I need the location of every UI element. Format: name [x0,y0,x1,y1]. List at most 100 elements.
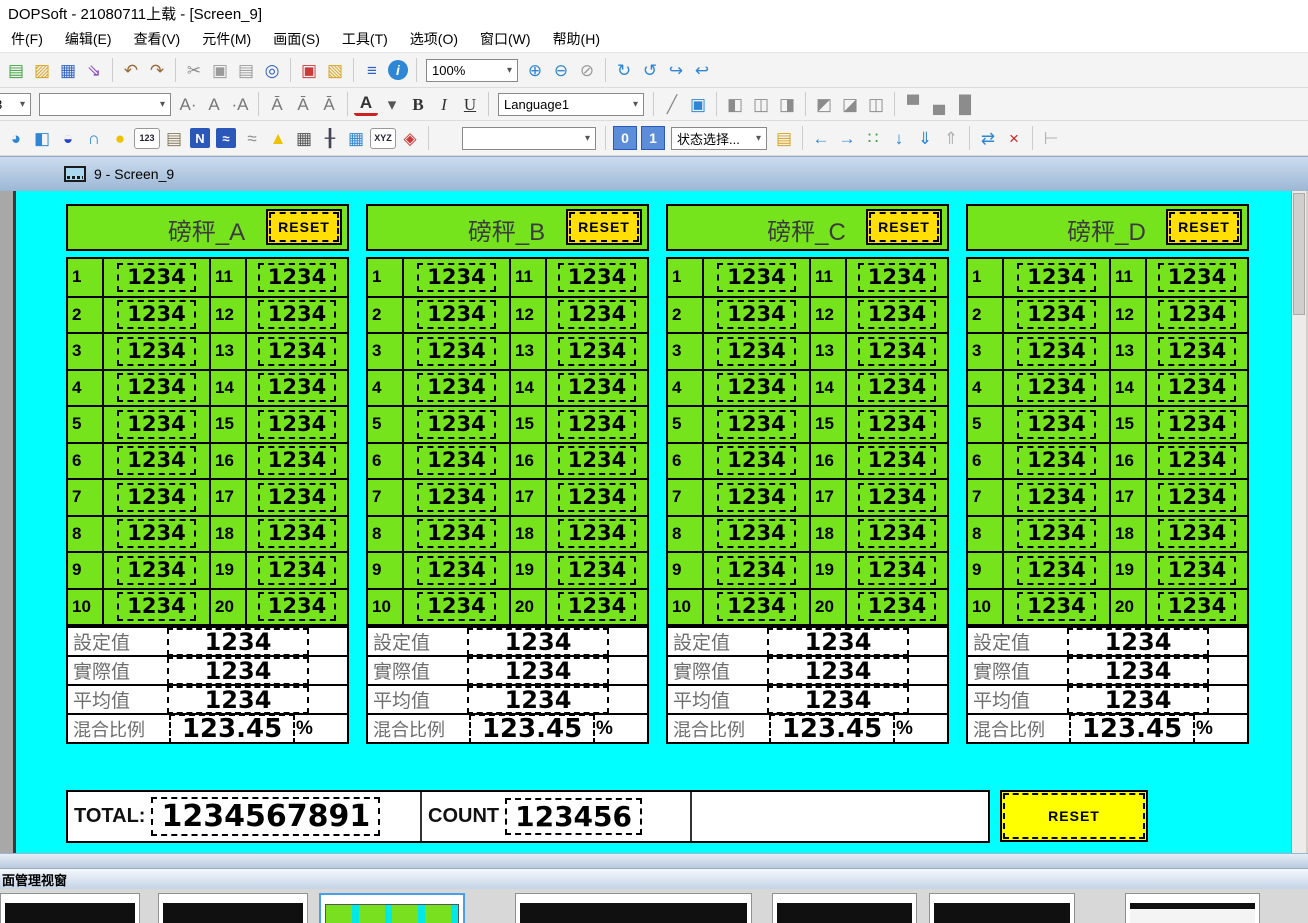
value-display[interactable]: 1234 [258,519,336,548]
align-center-horizontal-icon[interactable]: ◫ [749,92,773,116]
same-width-icon[interactable]: ▀ [901,92,925,116]
disconnect-icon[interactable]: × [1002,126,1026,150]
value-display[interactable]: 1234 [258,300,336,329]
numeric-entry-icon[interactable]: 123 [134,128,160,149]
value-display[interactable]: 1234 [1158,483,1236,512]
default-text-height-icon[interactable]: Ā [291,92,315,116]
summary-value-display[interactable]: 1234 [467,657,609,685]
summary-value-display[interactable]: 1234 [767,628,909,656]
new-file-icon[interactable]: ▤ [4,58,28,82]
font-color-dropdown-icon[interactable]: ▾ [380,92,404,116]
value-display[interactable]: 1234 [117,519,195,548]
value-display[interactable]: 1234 [117,556,195,585]
redo-icon[interactable]: ↷ [145,58,169,82]
value-display[interactable]: 1234 [1017,446,1095,475]
narrow-text-icon[interactable]: A· [176,92,200,116]
value-display[interactable]: 1234 [258,446,336,475]
value-display[interactable]: 1234 [1158,373,1236,402]
upload-icon[interactable]: ⇑ [939,126,963,150]
value-display[interactable]: 1234 [1158,300,1236,329]
screen-thumbnail[interactable] [0,893,140,923]
value-display[interactable]: 1234 [1158,519,1236,548]
summary-value-display[interactable]: 1234 [767,657,909,685]
summary-value-display[interactable]: 1234 [167,686,309,714]
open-screen-icon[interactable]: ▧ [323,58,347,82]
value-display[interactable]: 1234 [1017,483,1095,512]
align-top-icon[interactable]: ◩ [812,92,836,116]
value-display[interactable]: 1234 [258,556,336,585]
value-display[interactable]: 1234 [1158,592,1236,621]
value-display[interactable]: 1234 [1017,263,1095,292]
prev-screen-icon[interactable]: ← [809,126,833,150]
value-display[interactable]: 1234 [558,556,636,585]
crosshair-icon[interactable]: ╂ [318,126,342,150]
value-display[interactable]: 1234 [117,410,195,439]
lamp-icon[interactable]: ● [108,126,132,150]
value-display[interactable]: 1234 [1158,337,1236,366]
value-display[interactable]: 1234 [117,592,195,621]
align-left-icon[interactable]: ◧ [723,92,747,116]
default-text-width-icon[interactable]: A [202,92,226,116]
value-display[interactable]: 1234 [558,263,636,292]
export-icon[interactable]: ⇘ [82,58,106,82]
element-properties-icon[interactable]: ▤ [772,126,796,150]
summary-value-display[interactable]: 1234 [1067,628,1209,656]
screen-thumbnail-selected[interactable] [319,893,465,923]
total-value-display[interactable]: 1234567891 [151,797,380,837]
value-display[interactable]: 1234 [117,300,195,329]
element-combo[interactable]: ▾ [462,127,596,150]
summary-value-display[interactable]: 1234 [467,686,609,714]
value-display[interactable]: 1234 [558,337,636,366]
state-select-combo[interactable]: 状态选择... ▾ [671,127,767,150]
panel-reset-button[interactable]: RESET [266,209,342,245]
value-display[interactable]: 1234 [258,410,336,439]
value-display[interactable]: 1234 [858,446,936,475]
italic-icon[interactable]: I [432,92,456,116]
menu-item[interactable]: 查看(V) [123,26,192,52]
value-display[interactable]: 1234 [717,337,795,366]
value-display[interactable]: 1234 [717,410,795,439]
total-reset-button[interactable]: RESET [1000,790,1148,842]
open-file-icon[interactable]: ▨ [30,58,54,82]
font-color-icon[interactable]: A [354,93,378,116]
value-display[interactable]: 1234 [417,556,495,585]
text-page-icon[interactable]: XYZ [370,128,396,149]
vertical-scrollbar[interactable] [1291,191,1306,853]
alarm-icon[interactable]: ▲ [266,126,290,150]
summary-value-display[interactable]: 1234 [1067,686,1209,714]
value-display[interactable]: 1234 [1017,300,1095,329]
value-display[interactable]: 1234 [858,410,936,439]
value-display[interactable]: 1234 [1017,592,1095,621]
value-display[interactable]: 1234 [858,300,936,329]
value-display[interactable]: 1234 [117,483,195,512]
screen-thumbnail[interactable] [515,893,752,923]
value-display[interactable]: 1234 [417,592,495,621]
menu-item[interactable]: 窗口(W) [469,26,542,52]
same-height-icon[interactable]: ▄ [927,92,951,116]
state-1-button[interactable]: 1 [641,126,665,150]
value-display[interactable]: 1234 [1017,373,1095,402]
value-display[interactable]: 1234 [417,263,495,292]
value-display[interactable]: 1234 [417,410,495,439]
gauge-icon[interactable]: ◕ [4,126,28,150]
zoom-combo[interactable]: 100% ▾ [426,59,518,82]
state-change-icon[interactable]: ◈ [398,126,422,150]
value-display[interactable]: 1234 [117,263,195,292]
value-display[interactable]: 1234 [117,373,195,402]
state-0-button[interactable]: 0 [613,126,637,150]
value-display[interactable]: 1234 [417,300,495,329]
add-screen-icon[interactable]: ▣ [297,58,321,82]
value-display[interactable]: 1234 [717,263,795,292]
value-display[interactable]: 1234 [858,483,936,512]
panel-reset-button[interactable]: RESET [1166,209,1242,245]
value-display[interactable]: 1234 [1158,410,1236,439]
screen-thumbnail[interactable] [929,893,1075,923]
rotate-ccw-icon[interactable]: ↺ [638,58,662,82]
rotate-cw-icon[interactable]: ↻ [612,58,636,82]
value-display[interactable]: 1234 [1158,556,1236,585]
trend-graph-icon[interactable]: ≈ [216,128,236,148]
summary-value-display[interactable]: 1234 [167,628,309,656]
value-display[interactable]: 1234 [558,300,636,329]
panel-reset-button[interactable]: RESET [566,209,642,245]
value-display[interactable]: 1234 [558,446,636,475]
